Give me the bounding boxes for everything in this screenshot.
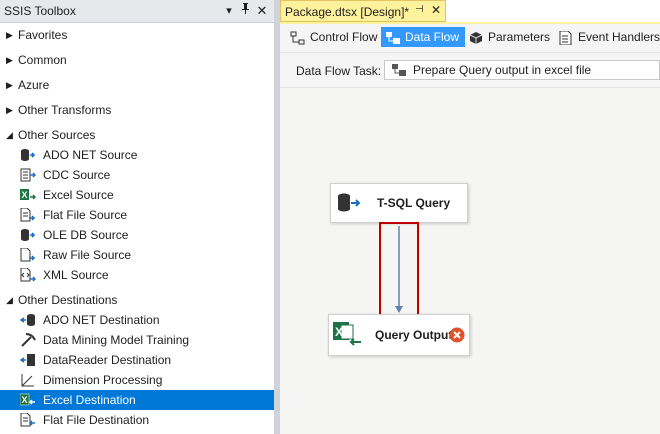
cdc-source-icon xyxy=(20,168,37,182)
close-tab-icon[interactable]: ✕ xyxy=(431,3,441,17)
toolbox-title: SSIS Toolbox xyxy=(4,4,76,18)
toolbox-item-label: Data Mining Model Training xyxy=(43,333,190,347)
document-tab-title: Package.dtsx [Design]* xyxy=(285,5,410,19)
toolbox-item-excel-destination[interactable]: X Excel Destination xyxy=(0,390,274,410)
section-favorites[interactable]: ▶ Favorites xyxy=(0,25,274,45)
toolbox-item-datareader-destination[interactable]: DataReader Destination xyxy=(0,350,274,370)
component-name: Query Output xyxy=(375,328,453,342)
excel-source-icon: X xyxy=(20,188,37,202)
collapse-arrow-icon[interactable]: ◢ xyxy=(6,125,16,145)
svg-text:X: X xyxy=(335,325,343,339)
parameters-icon xyxy=(468,31,484,45)
collapse-arrow-icon[interactable]: ◢ xyxy=(6,290,16,310)
toolbox-item-data-mining-model-training[interactable]: Data Mining Model Training xyxy=(0,330,274,350)
toolbox-item-label: Excel Source xyxy=(43,188,114,202)
toolbox-item-label: Flat File Source xyxy=(43,208,128,222)
xml-source-icon xyxy=(20,267,37,282)
section-other-transforms[interactable]: ▶ Other Transforms xyxy=(0,100,274,120)
toolbox-title-bar: SSIS Toolbox ▾ ✕ xyxy=(0,0,274,23)
toolbox-item-label: DataReader Destination xyxy=(43,353,172,367)
expand-arrow-icon[interactable]: ▶ xyxy=(6,50,16,70)
toolbox-item-excel-source[interactable]: X Excel Source xyxy=(0,185,274,205)
design-canvas[interactable]: T-SQL Query X Query Output xyxy=(280,88,660,434)
toolbox-item-label: Flat File Destination xyxy=(43,413,150,427)
control-flow-icon xyxy=(290,31,306,45)
section-label: Other Sources xyxy=(18,128,96,142)
ole-db-source-icon xyxy=(20,228,36,242)
tab-label: Parameters xyxy=(488,30,551,44)
toolbox-item-xml-source[interactable]: XML Source xyxy=(0,265,274,285)
toolbox-item-dimension-processing[interactable]: Dimension Processing xyxy=(0,370,274,390)
toolbox-item-ado-net-destination[interactable]: ADO NET Destination xyxy=(0,310,274,330)
flat-file-destination-icon xyxy=(20,412,36,427)
database-source-icon xyxy=(337,193,361,216)
toolbox-item-label: Excel Destination xyxy=(43,393,136,407)
data-flow-task-value: Prepare Query output in excel file xyxy=(413,63,592,77)
pin-icon[interactable] xyxy=(238,3,252,19)
raw-file-source-icon xyxy=(20,247,36,262)
package-designer: Package.dtsx [Design]* ⊣ ✕ Control Flow … xyxy=(280,0,660,434)
source-component[interactable]: T-SQL Query xyxy=(330,183,468,223)
data-flow-task-label: Data Flow Task: xyxy=(296,64,382,78)
section-azure[interactable]: ▶ Azure xyxy=(0,75,274,95)
excel-destination-icon: X xyxy=(19,393,36,407)
section-label: Common xyxy=(18,53,67,67)
section-label: Other Transforms xyxy=(18,103,112,117)
ssis-toolbox-panel: SSIS Toolbox ▾ ✕ ▶ Favorites ▶ Common ▶ … xyxy=(0,0,274,434)
toolbox-item-label: ADO NET Source xyxy=(43,148,138,162)
toolbox-item-cdc-source[interactable]: CDC Source xyxy=(0,165,274,185)
tab-control-flow[interactable]: Control Flow xyxy=(286,27,383,47)
pin-icon[interactable]: ⊣ xyxy=(415,4,424,15)
ado-net-destination-icon xyxy=(19,313,36,327)
svg-text:X: X xyxy=(22,190,28,200)
toolbox-item-label: CDC Source xyxy=(43,168,111,182)
toolbox-item-label: Raw File Source xyxy=(43,248,132,262)
toolbox-item-flat-file-destination[interactable]: Flat File Destination xyxy=(0,410,274,430)
document-tab[interactable]: Package.dtsx [Design]* ⊣ ✕ xyxy=(280,0,446,22)
toolbox-item-ole-db-source[interactable]: OLE DB Source xyxy=(0,225,274,245)
expand-arrow-icon[interactable]: ▶ xyxy=(6,25,16,45)
section-other-sources[interactable]: ◢ Other Sources xyxy=(0,125,274,145)
datareader-destination-icon xyxy=(19,353,36,367)
dropdown-icon[interactable]: ▾ xyxy=(222,3,236,19)
section-common[interactable]: ▶ Common xyxy=(0,50,274,70)
data-flow-task-select[interactable]: Prepare Query output in excel file xyxy=(384,60,660,80)
toolbox-item-ado-net-source[interactable]: ADO NET Source xyxy=(0,145,274,165)
toolbox-item-label: XML Source xyxy=(43,268,109,282)
toolbox-item-label: Dimension Processing xyxy=(43,373,163,387)
svg-text:X: X xyxy=(22,395,28,405)
section-label: Azure xyxy=(18,78,50,92)
destination-component[interactable]: X Query Output xyxy=(328,314,470,356)
data-path-connector[interactable] xyxy=(378,221,422,321)
tab-label: Control Flow xyxy=(310,30,378,44)
toolbox-item-flat-file-source[interactable]: Flat File Source xyxy=(0,205,274,225)
section-label: Other Destinations xyxy=(18,293,118,307)
tab-label: Event Handlers xyxy=(578,30,660,44)
tab-event-handlers[interactable]: Event Handlers xyxy=(554,27,660,47)
dimension-processing-icon xyxy=(20,373,36,387)
tab-parameters[interactable]: Parameters xyxy=(464,27,556,47)
designer-tabs: Control Flow Data Flow Parameters Event … xyxy=(280,24,660,53)
tab-label: Data Flow xyxy=(405,30,460,44)
component-name: T-SQL Query xyxy=(377,196,451,210)
flat-file-source-icon xyxy=(20,207,36,222)
ado-net-source-icon xyxy=(20,148,36,162)
path-arrowhead xyxy=(395,306,403,313)
event-handlers-icon xyxy=(558,30,574,46)
excel-destination-icon: X xyxy=(333,322,363,351)
data-flow-task-icon xyxy=(391,63,407,80)
error-icon[interactable] xyxy=(449,327,465,346)
close-icon[interactable]: ✕ xyxy=(255,3,269,19)
toolbox-item-label: ADO NET Destination xyxy=(43,313,160,327)
expand-arrow-icon[interactable]: ▶ xyxy=(6,100,16,120)
pickaxe-icon xyxy=(20,333,36,347)
section-label: Favorites xyxy=(18,28,68,42)
expand-arrow-icon[interactable]: ▶ xyxy=(6,75,16,95)
data-flow-icon xyxy=(385,31,401,45)
toolbox-item-raw-file-source[interactable]: Raw File Source xyxy=(0,245,274,265)
toolbox-item-label: OLE DB Source xyxy=(43,228,129,242)
section-other-destinations[interactable]: ◢ Other Destinations xyxy=(0,290,274,310)
tab-data-flow[interactable]: Data Flow xyxy=(381,27,466,47)
data-flow-task-bar: Data Flow Task: Prepare Query output in … xyxy=(280,53,660,88)
